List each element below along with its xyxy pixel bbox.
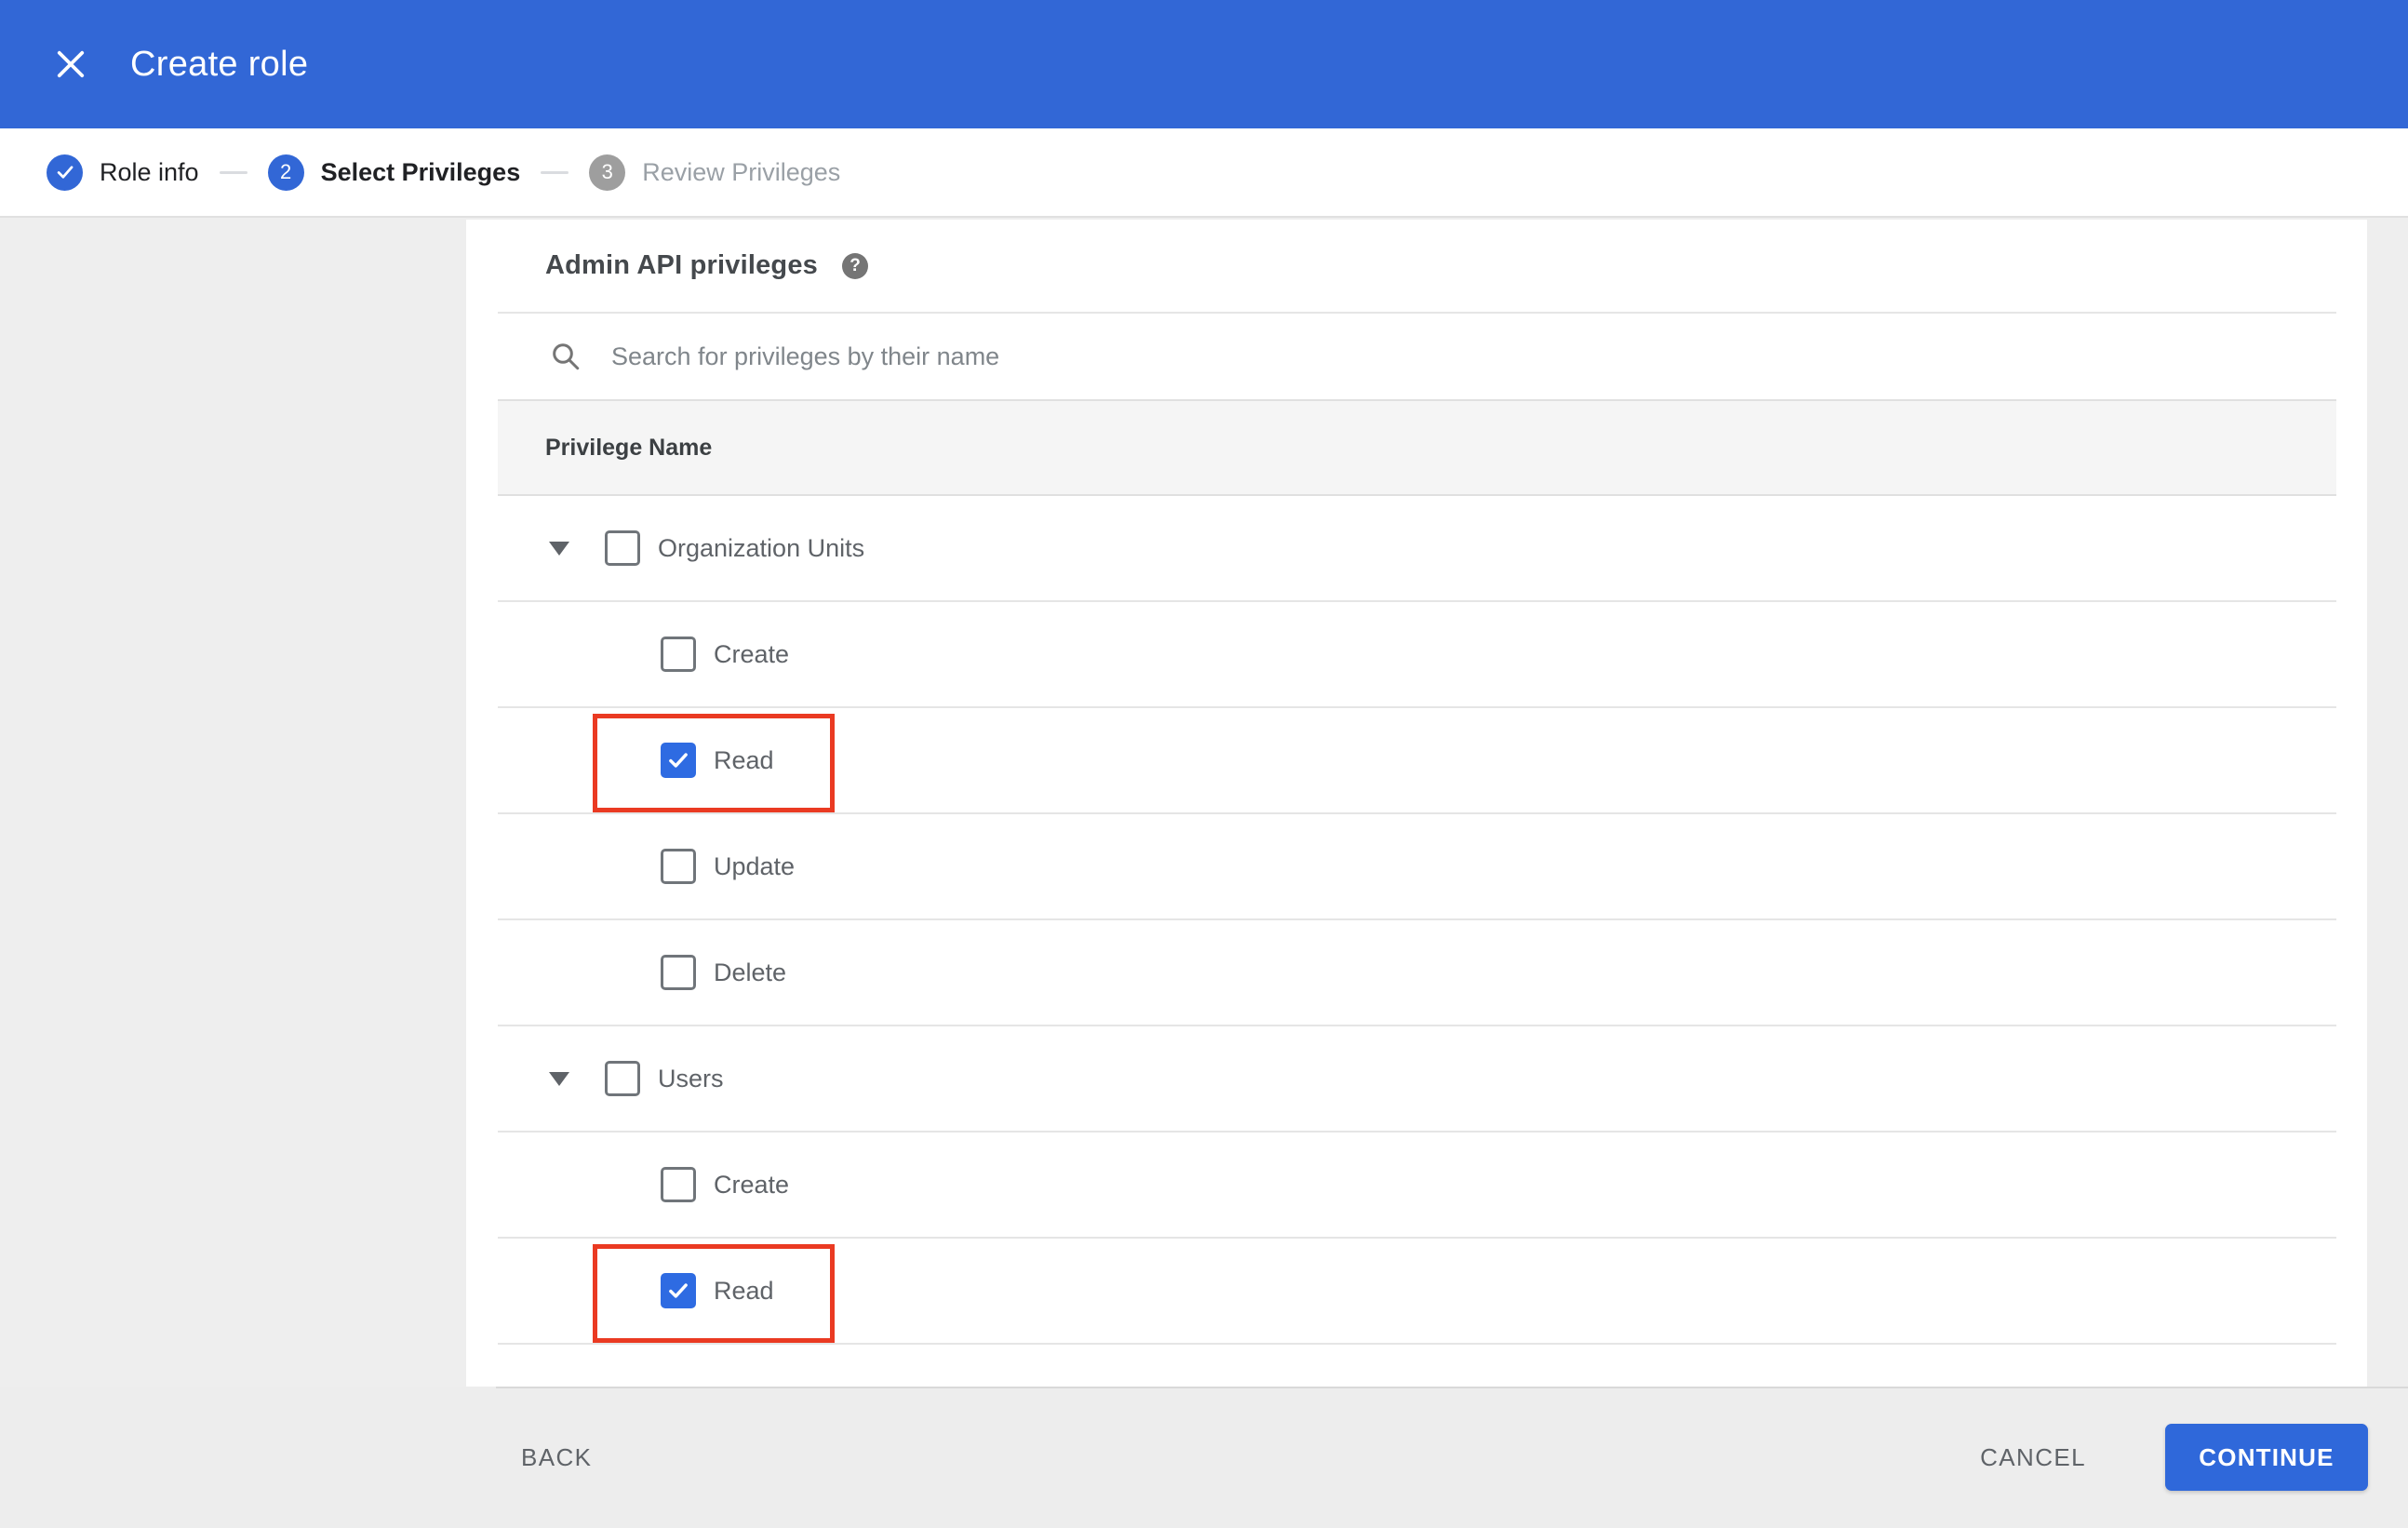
privilege-row-update[interactable]: Update xyxy=(498,814,2336,920)
privilege-search-input[interactable] xyxy=(611,328,2336,384)
help-icon[interactable]: ? xyxy=(842,252,868,279)
step-review-privileges[interactable]: 3 Review Privileges xyxy=(589,154,840,191)
step-label: Review Privileges xyxy=(642,157,841,186)
privilege-row-create[interactable]: Create xyxy=(498,602,2336,708)
privilege-row-users[interactable]: Users xyxy=(498,1026,2336,1133)
privilege-label: Organization Units xyxy=(658,533,865,562)
checkbox-checked[interactable] xyxy=(661,743,696,778)
step-connector xyxy=(219,170,247,174)
checkbox[interactable] xyxy=(605,1061,640,1096)
checkbox[interactable] xyxy=(605,530,640,566)
privilege-row-create[interactable]: Create xyxy=(498,1133,2336,1239)
step-label: Role info xyxy=(100,157,199,186)
close-icon xyxy=(57,50,85,78)
checkbox-checked[interactable] xyxy=(661,1273,696,1308)
step-role-info[interactable]: Role info xyxy=(47,154,199,191)
privilege-label: Create xyxy=(714,1170,790,1199)
search-icon xyxy=(553,343,580,370)
column-header-label: Privilege Name xyxy=(545,434,713,461)
privilege-label: Delete xyxy=(714,958,787,986)
privileges-panel: Admin API privileges ? Privilege Name xyxy=(466,220,2367,1387)
privilege-label: Read xyxy=(714,745,774,774)
continue-button[interactable]: CONTINUE xyxy=(2165,1424,2368,1491)
cancel-button[interactable]: CANCEL xyxy=(1980,1443,2086,1472)
panel-heading-row: Admin API privileges ? xyxy=(498,220,2336,314)
close-button[interactable] xyxy=(43,36,99,92)
checkbox[interactable] xyxy=(661,955,696,990)
step-complete-check-icon xyxy=(47,154,83,191)
step-connector xyxy=(541,170,569,174)
privilege-label: Create xyxy=(714,639,790,668)
privilege-label: Users xyxy=(658,1064,724,1092)
step-number-badge: 2 xyxy=(267,154,304,191)
privilege-row-read[interactable]: Read xyxy=(498,1239,2336,1345)
checkbox[interactable] xyxy=(661,637,696,672)
privilege-row-delete[interactable]: Delete xyxy=(498,920,2336,1026)
create-role-dialog: Create role Role info 2 Select Privilege… xyxy=(0,0,2408,1528)
privilege-row-read[interactable]: Read xyxy=(498,708,2336,814)
collapse-arrow-icon[interactable] xyxy=(549,541,569,556)
checkbox[interactable] xyxy=(661,849,696,884)
step-number-badge: 3 xyxy=(589,154,626,191)
privilege-row-organization-units[interactable]: Organization Units xyxy=(498,496,2336,602)
app-bar: Create role xyxy=(0,0,2408,128)
table-column-header: Privilege Name xyxy=(498,401,2336,496)
collapse-arrow-icon[interactable] xyxy=(549,1071,569,1086)
footer-bar: BACK CANCEL CONTINUE xyxy=(0,1387,2408,1528)
stepper: Role info 2 Select Privileges 3 Review P… xyxy=(0,128,2408,218)
step-label: Select Privileges xyxy=(320,157,521,186)
privilege-search-row xyxy=(498,314,2336,401)
back-button[interactable]: BACK xyxy=(521,1443,592,1472)
panel-heading: Admin API privileges xyxy=(545,250,818,280)
checkbox[interactable] xyxy=(661,1167,696,1202)
step-select-privileges[interactable]: 2 Select Privileges xyxy=(267,154,521,191)
privilege-label: Read xyxy=(714,1276,774,1305)
dialog-title: Create role xyxy=(130,44,309,84)
privilege-label: Update xyxy=(714,851,796,880)
